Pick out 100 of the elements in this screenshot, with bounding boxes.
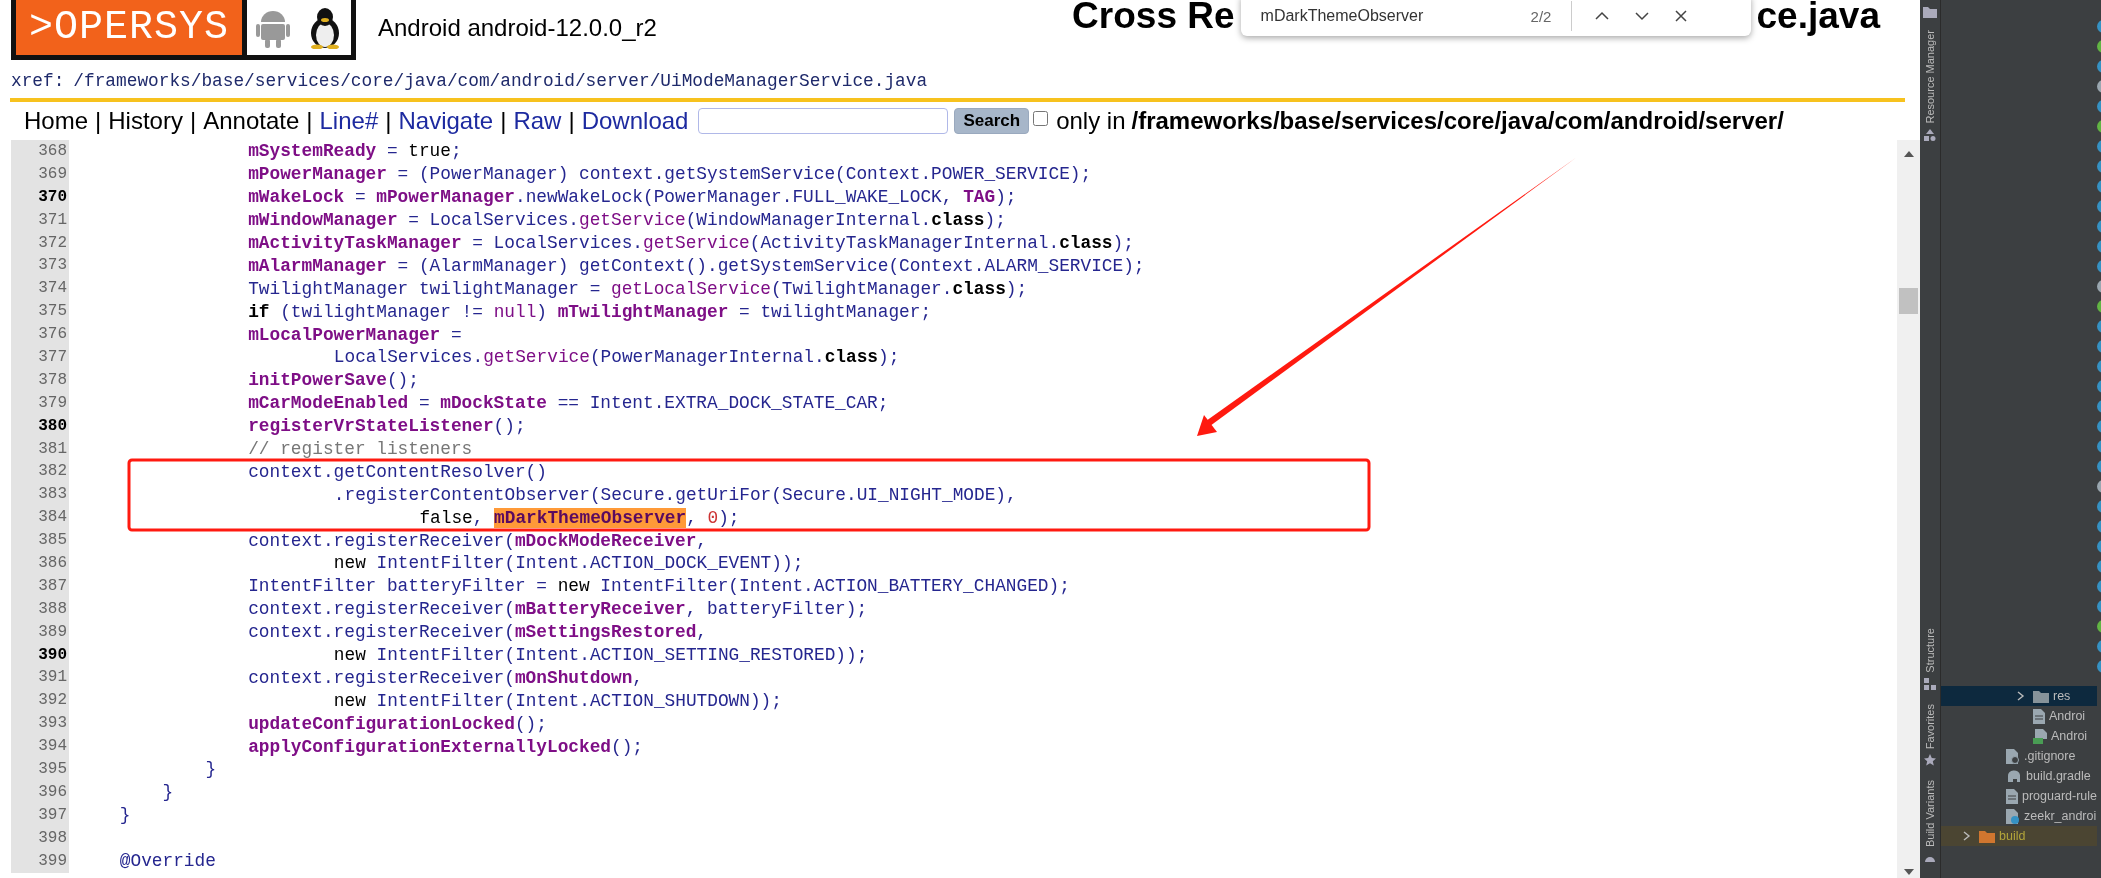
code-line: TwilightManager twilightManager = getLocalService(TwilightManager.class);	[248, 278, 1028, 299]
nav-item[interactable]: Home	[24, 107, 89, 135]
line-number[interactable]: 393	[11, 712, 69, 736]
line-number[interactable]: 373	[11, 254, 69, 278]
line-number[interactable]: 372	[11, 231, 69, 255]
line-number[interactable]: 384	[11, 506, 69, 530]
line-number[interactable]: 382	[11, 460, 69, 484]
path-link[interactable]: /UiModeManagerService.java	[649, 71, 928, 91]
logo[interactable]: >OPERSYS	[11, 0, 356, 60]
tool-window-tab[interactable]: Structure	[1924, 628, 1936, 690]
line-number[interactable]: 378	[11, 368, 69, 392]
line-number[interactable]: 369	[11, 162, 69, 186]
path-link[interactable]: /core	[340, 71, 394, 91]
line-number[interactable]: 395	[11, 758, 69, 781]
line-number[interactable]: 383	[11, 483, 69, 507]
code-line: new IntentFilter(Intent.ACTION_SETTING_RESTORED));	[333, 645, 868, 666]
line-number[interactable]: 390	[11, 643, 69, 667]
nav-item[interactable]: History	[108, 107, 183, 135]
nav-link[interactable]: Raw	[513, 107, 562, 135]
line-number[interactable]: 381	[11, 437, 69, 461]
path-link[interactable]: /base	[190, 71, 245, 91]
close-icon[interactable]	[1674, 9, 1689, 23]
path-link[interactable]: /android	[489, 71, 575, 91]
page-title: Cross Re	[1072, 0, 1235, 32]
scroll-down-icon[interactable]	[1902, 868, 1915, 876]
penguin-icon	[308, 6, 342, 49]
code-line: context.getContentResolver()	[248, 461, 547, 482]
previous-match-icon[interactable]	[1594, 10, 1611, 22]
tree-item[interactable]: zeekr_androi	[1941, 806, 2098, 826]
path-link[interactable]: /frameworks	[73, 71, 191, 91]
line-number[interactable]: 368	[11, 140, 69, 163]
separator: |	[568, 107, 575, 135]
star-icon	[1924, 753, 1936, 766]
separator: |	[385, 107, 392, 135]
scrollbar[interactable]	[1897, 140, 1920, 878]
code-line: mCarModeEnabled = mDockState == Intent.EXTRA_DOCK_STATE_CAR;	[248, 393, 889, 414]
line-number[interactable]: 375	[11, 300, 69, 324]
tree-item[interactable]: proguard-rule	[1941, 786, 2098, 806]
chevron-icon[interactable]	[1963, 831, 1971, 841]
folder-icon	[1979, 829, 1995, 843]
path-link[interactable]: /java	[393, 71, 447, 91]
line-number[interactable]: 379	[11, 391, 69, 415]
nav-item[interactable]: Annotate	[203, 107, 300, 135]
line-number[interactable]: 397	[11, 803, 69, 827]
path-link[interactable]: /com	[446, 71, 490, 91]
search-field[interactable]	[698, 108, 949, 134]
code-line: }	[119, 805, 131, 826]
line-number[interactable]: 376	[11, 323, 69, 346]
tool-window-tab[interactable]: Favorites	[1924, 703, 1936, 766]
nav-link[interactable]: Download	[581, 107, 689, 135]
line-number[interactable]: 387	[11, 574, 69, 598]
line-number[interactable]: 389	[11, 620, 69, 644]
tree-item[interactable]: Androi	[1941, 706, 2098, 726]
line-number[interactable]: 388	[11, 597, 69, 621]
only-in-checkbox[interactable]	[1033, 110, 1049, 126]
find-field[interactable]: mDarkThemeObserver	[1260, 7, 1531, 25]
code-line: updateConfigurationLocked();	[248, 713, 547, 734]
nav-link[interactable]: Line#	[319, 107, 379, 135]
code-line: context.registerReceiver(mOnShutdown,	[248, 667, 643, 688]
tool-window-tab[interactable]: Resource Manager	[1924, 30, 1936, 141]
chevron-icon[interactable]	[2017, 691, 2025, 701]
line-number[interactable]: 398	[11, 826, 69, 850]
tree-item[interactable]: build	[1941, 826, 2098, 846]
manifest-file-icon	[2033, 728, 2047, 744]
code-line: if (twilightManager != null) mTwilightManager = twilightManager;	[248, 301, 932, 322]
line-number[interactable]: 370	[11, 185, 69, 209]
line-number[interactable]: 380	[11, 414, 69, 438]
unknown-file-icon	[2006, 808, 2020, 824]
line-number[interactable]: 396	[11, 780, 69, 804]
separator: |	[95, 107, 102, 135]
line-number[interactable]: 394	[11, 735, 69, 759]
line-number[interactable]: 385	[11, 529, 69, 553]
path-link[interactable]: /services	[244, 71, 341, 91]
tool-window-tab[interactable]: Build Variants	[1924, 779, 1936, 864]
code-line: context.registerReceiver(mSettingsRestored,	[248, 622, 708, 643]
line-number[interactable]: 386	[11, 552, 69, 575]
code-line: new IntentFilter(Intent.ACTION_DOCK_EVENT));	[333, 553, 804, 574]
logo-text: >OPERSYS	[29, 5, 229, 50]
line-number[interactable]: 374	[11, 277, 69, 301]
tree-item[interactable]: Androi	[1941, 726, 2098, 746]
path-link[interactable]: /server	[574, 71, 650, 91]
scroll-thumb[interactable]	[1899, 288, 1918, 314]
code-line: applyConfigurationExternallyLocked();	[248, 736, 643, 757]
code-line: mSystemReady = true;	[248, 141, 462, 162]
line-number[interactable]: 392	[11, 689, 69, 713]
line-number[interactable]: 377	[11, 346, 69, 369]
separator: |	[306, 107, 313, 135]
tree-item[interactable]: build.gradle	[1941, 766, 2098, 786]
scroll-up-icon[interactable]	[1902, 150, 1915, 158]
tree-item[interactable]: .gitignore	[1941, 746, 2098, 766]
tree-item[interactable]: res	[1941, 686, 2098, 706]
search-button[interactable]: Search	[954, 108, 1030, 134]
line-number[interactable]: 399	[11, 849, 69, 873]
line-number[interactable]: 371	[11, 208, 69, 232]
nav-link[interactable]: Navigate	[398, 107, 494, 135]
code-line: new IntentFilter(Intent.ACTION_SHUTDOWN));	[333, 690, 782, 711]
folder-icon[interactable]	[1923, 6, 1937, 18]
next-match-icon[interactable]	[1634, 10, 1651, 22]
directory-path: /frameworks/base/services/core/java/com/android/server/	[1131, 107, 1784, 135]
line-number[interactable]: 391	[11, 666, 69, 690]
